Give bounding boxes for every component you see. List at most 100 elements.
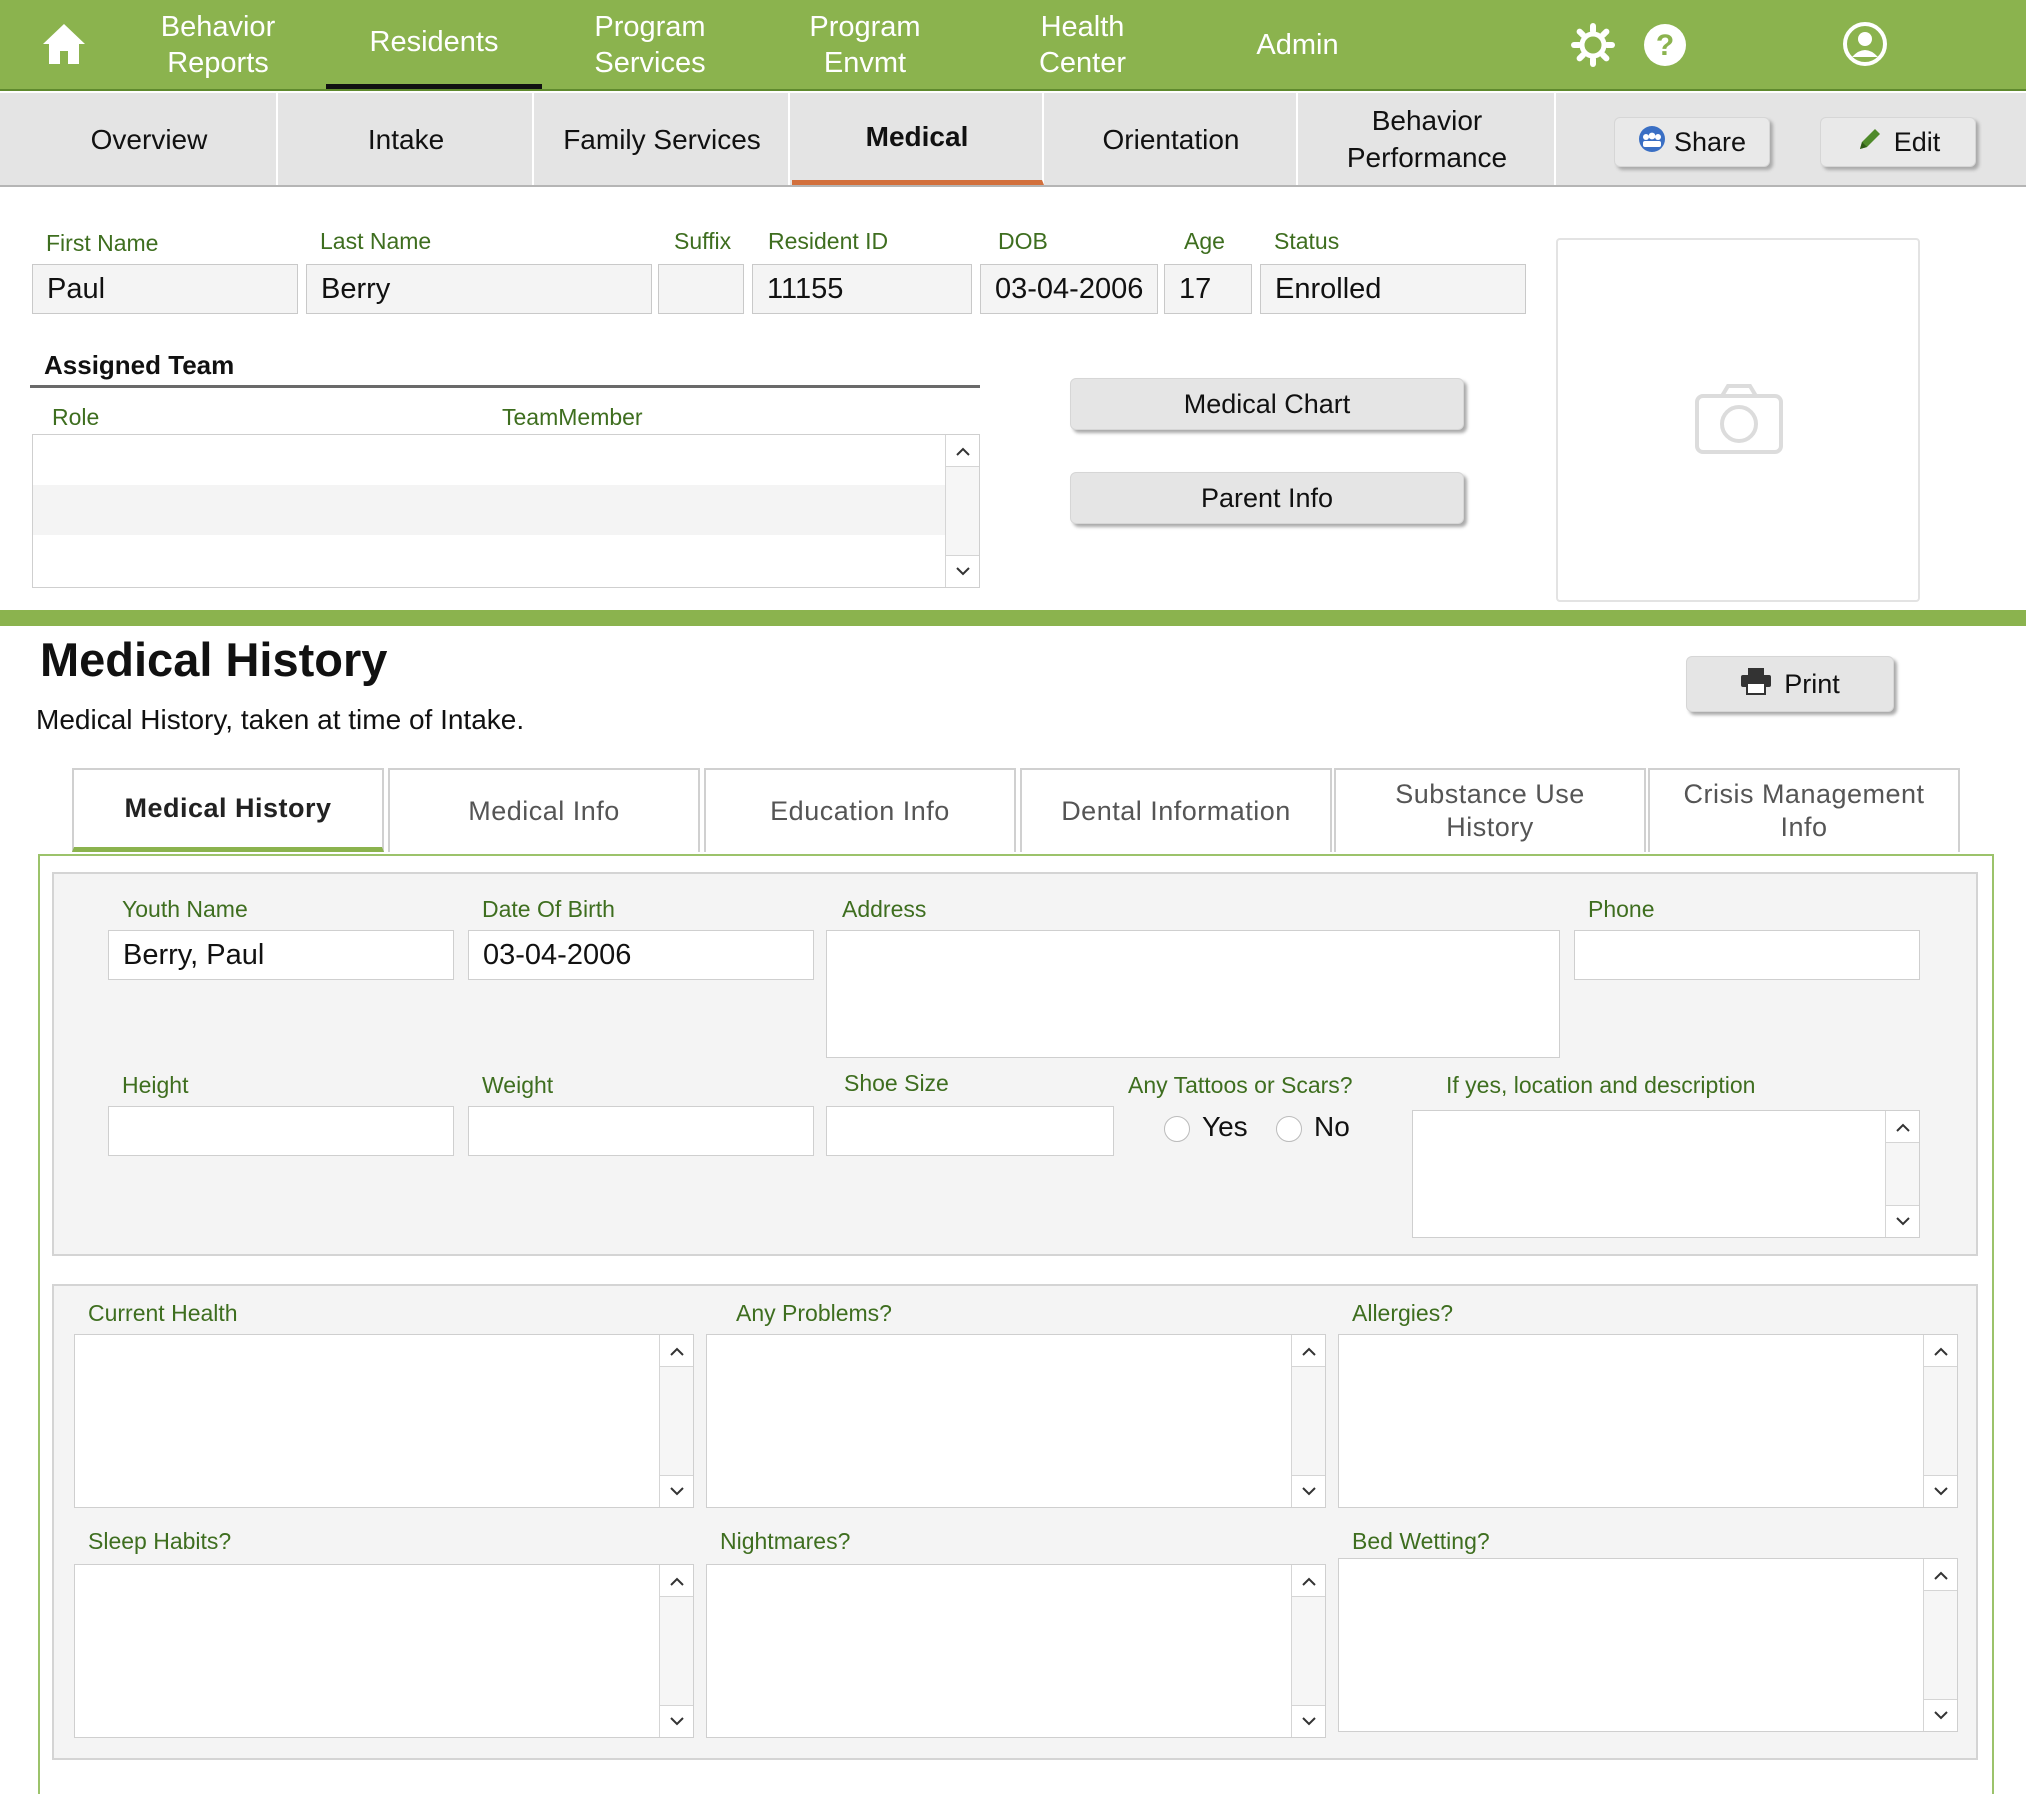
tab-education-info[interactable]: Education Info: [704, 768, 1016, 852]
gear-icon[interactable]: [1570, 22, 1616, 68]
tab-behavior-performance[interactable]: Behavior Performance: [1300, 93, 1556, 185]
resident-photo[interactable]: [1556, 238, 1920, 602]
tab-medical-history[interactable]: Medical History: [72, 768, 384, 852]
current-health-field[interactable]: [74, 1334, 694, 1508]
scrollbar[interactable]: [945, 435, 979, 587]
phone-label: Phone: [1588, 896, 1655, 922]
shoe-size-label: Shoe Size: [844, 1070, 949, 1096]
scrollbar[interactable]: [659, 1335, 693, 1507]
scrollbar[interactable]: [1291, 1335, 1325, 1507]
chevron-up-icon[interactable]: [1924, 1335, 1957, 1367]
edit-button[interactable]: Edit: [1820, 117, 1976, 167]
date-of-birth-field[interactable]: 03-04-2006: [468, 930, 814, 980]
medical-chart-button[interactable]: Medical Chart: [1070, 378, 1464, 430]
section-divider: [0, 610, 2026, 626]
nav-program-envmt[interactable]: Program Envmt: [780, 0, 950, 89]
home-icon[interactable]: [40, 20, 88, 68]
chevron-up-icon[interactable]: [1886, 1111, 1919, 1143]
scrollbar[interactable]: [659, 1565, 693, 1737]
address-field[interactable]: [826, 930, 1560, 1058]
team-member-column-header: TeamMember: [502, 404, 643, 430]
chevron-down-icon[interactable]: [1292, 1705, 1325, 1737]
current-health-label: Current Health: [88, 1300, 238, 1326]
nav-program-services[interactable]: Program Services: [560, 0, 740, 89]
height-field[interactable]: [108, 1106, 454, 1156]
tattoos-no-label: No: [1314, 1111, 1350, 1142]
tab-intake[interactable]: Intake: [280, 93, 534, 185]
weight-field[interactable]: [468, 1106, 814, 1156]
chevron-up-icon[interactable]: [1292, 1565, 1325, 1597]
tab-substance-use-history[interactable]: Substance Use History: [1334, 768, 1646, 852]
user-profile-icon[interactable]: [1842, 21, 1888, 67]
print-button[interactable]: Print: [1686, 656, 1894, 712]
chevron-down-icon[interactable]: [660, 1475, 693, 1507]
help-icon[interactable]: ?: [1642, 22, 1688, 68]
dob-label: DOB: [998, 228, 1048, 254]
list-item[interactable]: [33, 435, 945, 485]
youth-name-field[interactable]: Berry, Paul: [108, 930, 454, 980]
list-item[interactable]: [33, 485, 945, 535]
scrollbar[interactable]: [1923, 1559, 1957, 1731]
parent-info-button[interactable]: Parent Info: [1070, 472, 1464, 524]
date-of-birth-label: Date Of Birth: [482, 896, 615, 922]
tab-crisis-management-info[interactable]: Crisis Management Info: [1648, 768, 1960, 852]
scrollbar[interactable]: [1291, 1565, 1325, 1737]
nightmares-field[interactable]: [706, 1564, 1326, 1738]
tab-family-services[interactable]: Family Services: [536, 93, 790, 185]
tab-medical[interactable]: Medical: [792, 93, 1044, 185]
tab-medical-info[interactable]: Medical Info: [388, 768, 700, 852]
last-name-field[interactable]: Berry: [306, 264, 652, 314]
nav-health-center[interactable]: Health Center: [1000, 0, 1165, 89]
first-name-field[interactable]: Paul: [32, 264, 298, 314]
nav-behavior-reports[interactable]: Behavior Reports: [120, 0, 316, 89]
tab-dental-information[interactable]: Dental Information: [1020, 768, 1332, 852]
share-button[interactable]: Share: [1614, 117, 1770, 167]
edit-label: Edit: [1893, 126, 1941, 157]
chevron-up-icon[interactable]: [660, 1335, 693, 1367]
chevron-down-icon[interactable]: [1924, 1475, 1957, 1507]
scrollbar[interactable]: [1885, 1111, 1919, 1237]
tab-overview[interactable]: Overview: [22, 93, 278, 185]
allergies-field[interactable]: [1338, 1334, 1958, 1508]
resident-id-field[interactable]: 11155: [752, 264, 972, 314]
chevron-down-icon[interactable]: [1292, 1475, 1325, 1507]
sleep-habits-label: Sleep Habits?: [88, 1528, 232, 1554]
chevron-down-icon[interactable]: [946, 555, 979, 587]
first-name-label: First Name: [46, 230, 159, 256]
chevron-up-icon[interactable]: [660, 1565, 693, 1597]
weight-label: Weight: [482, 1072, 554, 1098]
nav-residents[interactable]: Residents: [326, 0, 542, 89]
phone-field[interactable]: [1574, 930, 1920, 980]
share-label: Share: [1673, 126, 1747, 157]
tattoos-no-radio[interactable]: [1276, 1116, 1302, 1142]
location-description-label: If yes, location and description: [1446, 1072, 1756, 1098]
dob-field[interactable]: 03-04-2006: [980, 264, 1158, 314]
print-label: Print: [1784, 668, 1840, 699]
shoe-size-field[interactable]: [826, 1106, 1114, 1156]
assigned-team-list[interactable]: [32, 434, 980, 588]
bed-wetting-field[interactable]: [1338, 1558, 1958, 1732]
chevron-up-icon[interactable]: [1924, 1559, 1957, 1591]
any-problems-label: Any Problems?: [736, 1300, 892, 1326]
resident-id-label: Resident ID: [768, 228, 889, 254]
sleep-habits-field[interactable]: [74, 1564, 694, 1738]
age-field[interactable]: 17: [1164, 264, 1252, 314]
scrollbar[interactable]: [1923, 1335, 1957, 1507]
chevron-down-icon[interactable]: [1924, 1699, 1957, 1731]
suffix-field[interactable]: [658, 264, 744, 314]
chevron-up-icon[interactable]: [946, 435, 979, 467]
chevron-down-icon[interactable]: [660, 1705, 693, 1737]
chevron-down-icon[interactable]: [1886, 1205, 1919, 1237]
location-description-field[interactable]: [1412, 1110, 1920, 1238]
nav-admin[interactable]: Admin: [1230, 0, 1365, 89]
tattoos-label: Any Tattoos or Scars?: [1128, 1072, 1353, 1098]
chevron-up-icon[interactable]: [1292, 1335, 1325, 1367]
any-problems-field[interactable]: [706, 1334, 1326, 1508]
list-item[interactable]: [33, 535, 945, 587]
height-label: Height: [122, 1072, 189, 1098]
tab-orientation[interactable]: Orientation: [1046, 93, 1298, 185]
page-subtitle: Medical History, taken at time of Intake…: [36, 704, 525, 735]
status-field[interactable]: Enrolled: [1260, 264, 1526, 314]
tattoos-yes-radio[interactable]: [1164, 1116, 1190, 1142]
camera-icon: [1694, 382, 1784, 456]
